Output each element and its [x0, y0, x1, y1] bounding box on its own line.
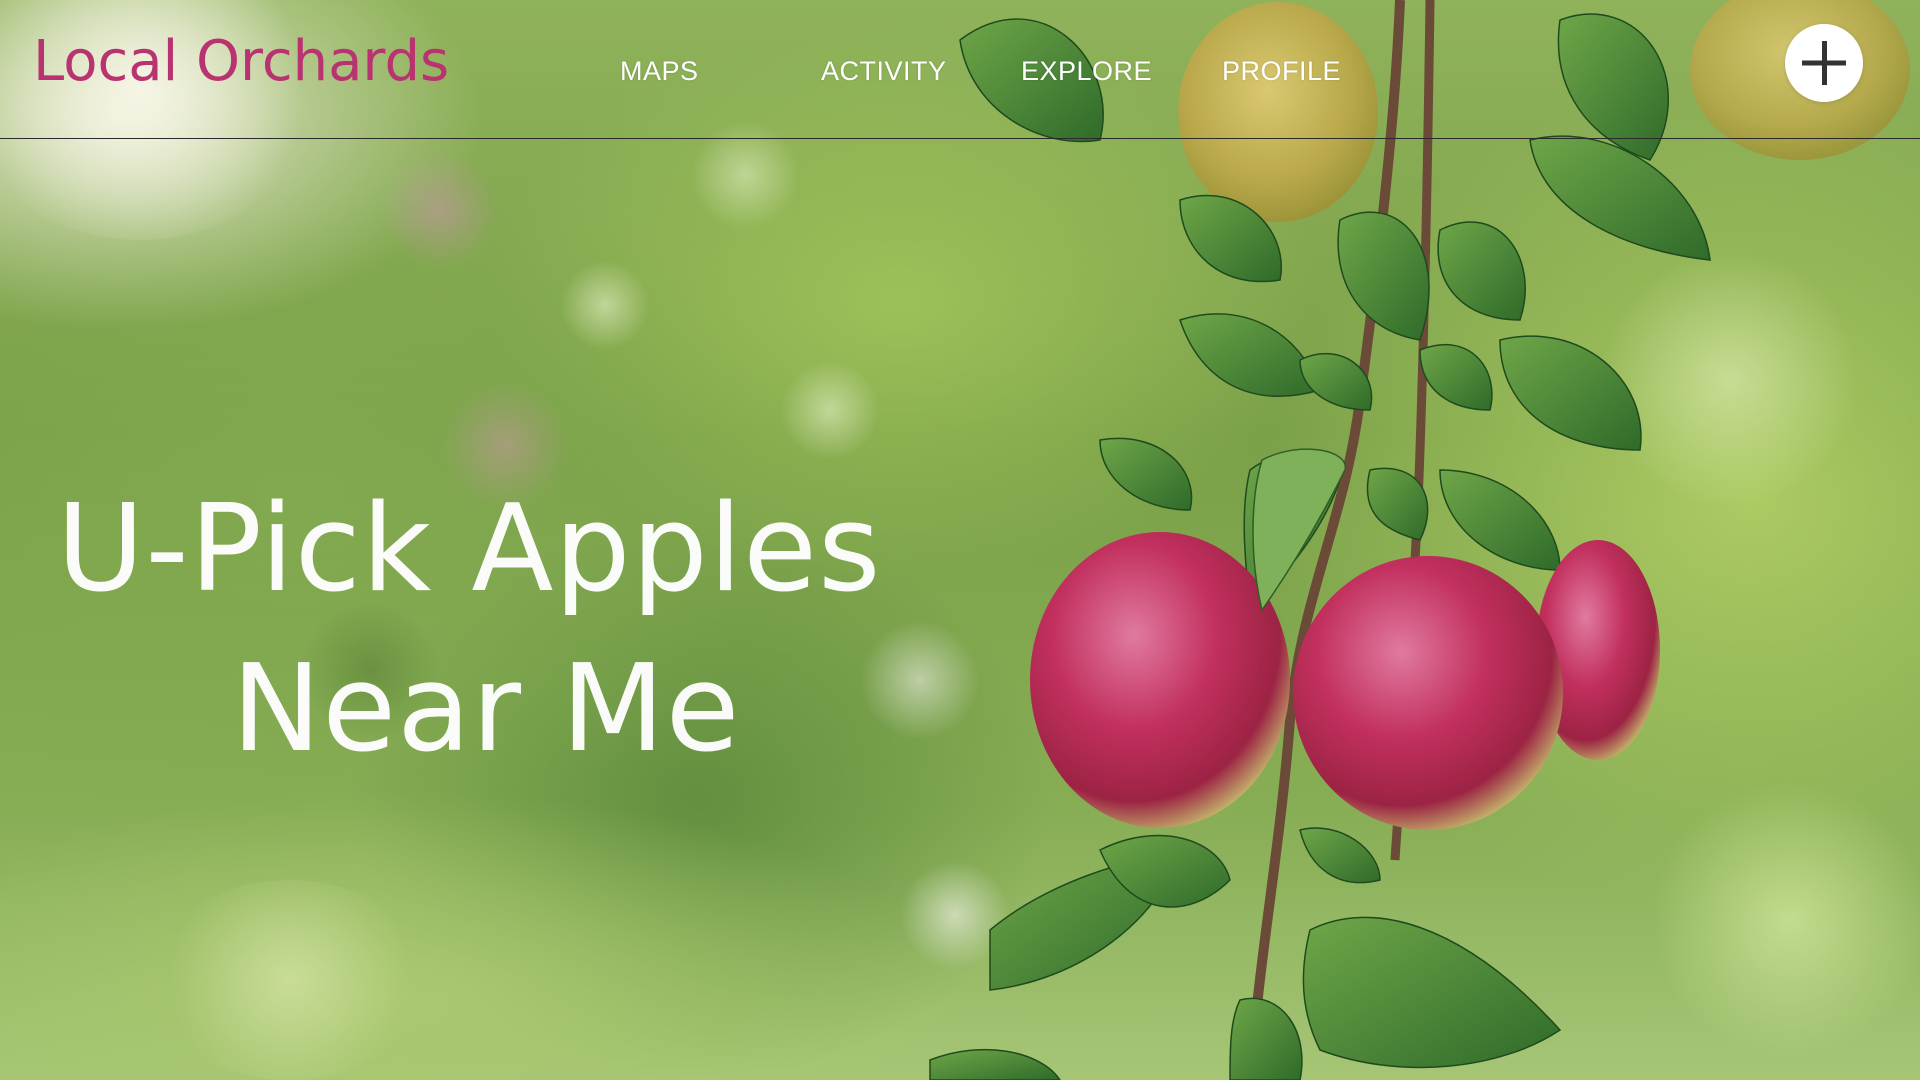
- nav-maps[interactable]: MAPS: [620, 56, 699, 87]
- hero-title-line-1: U-Pick Apples: [56, 480, 882, 619]
- hero-title-line-2: Near Me: [231, 640, 741, 779]
- landing-page: Local Orchards MAPS ACTIVITY EXPLORE PRO…: [0, 0, 1920, 1080]
- nav-profile[interactable]: PROFILE: [1222, 56, 1341, 87]
- hero-heading: U-Pick Apples Near Me: [36, 470, 936, 790]
- brand-logo[interactable]: Local Orchards: [33, 34, 449, 90]
- header-divider: [0, 138, 1920, 139]
- nav-activity[interactable]: ACTIVITY: [821, 56, 947, 87]
- add-button[interactable]: [1785, 24, 1863, 102]
- plus-icon: [1802, 41, 1846, 85]
- nav-explore[interactable]: EXPLORE: [1021, 56, 1152, 87]
